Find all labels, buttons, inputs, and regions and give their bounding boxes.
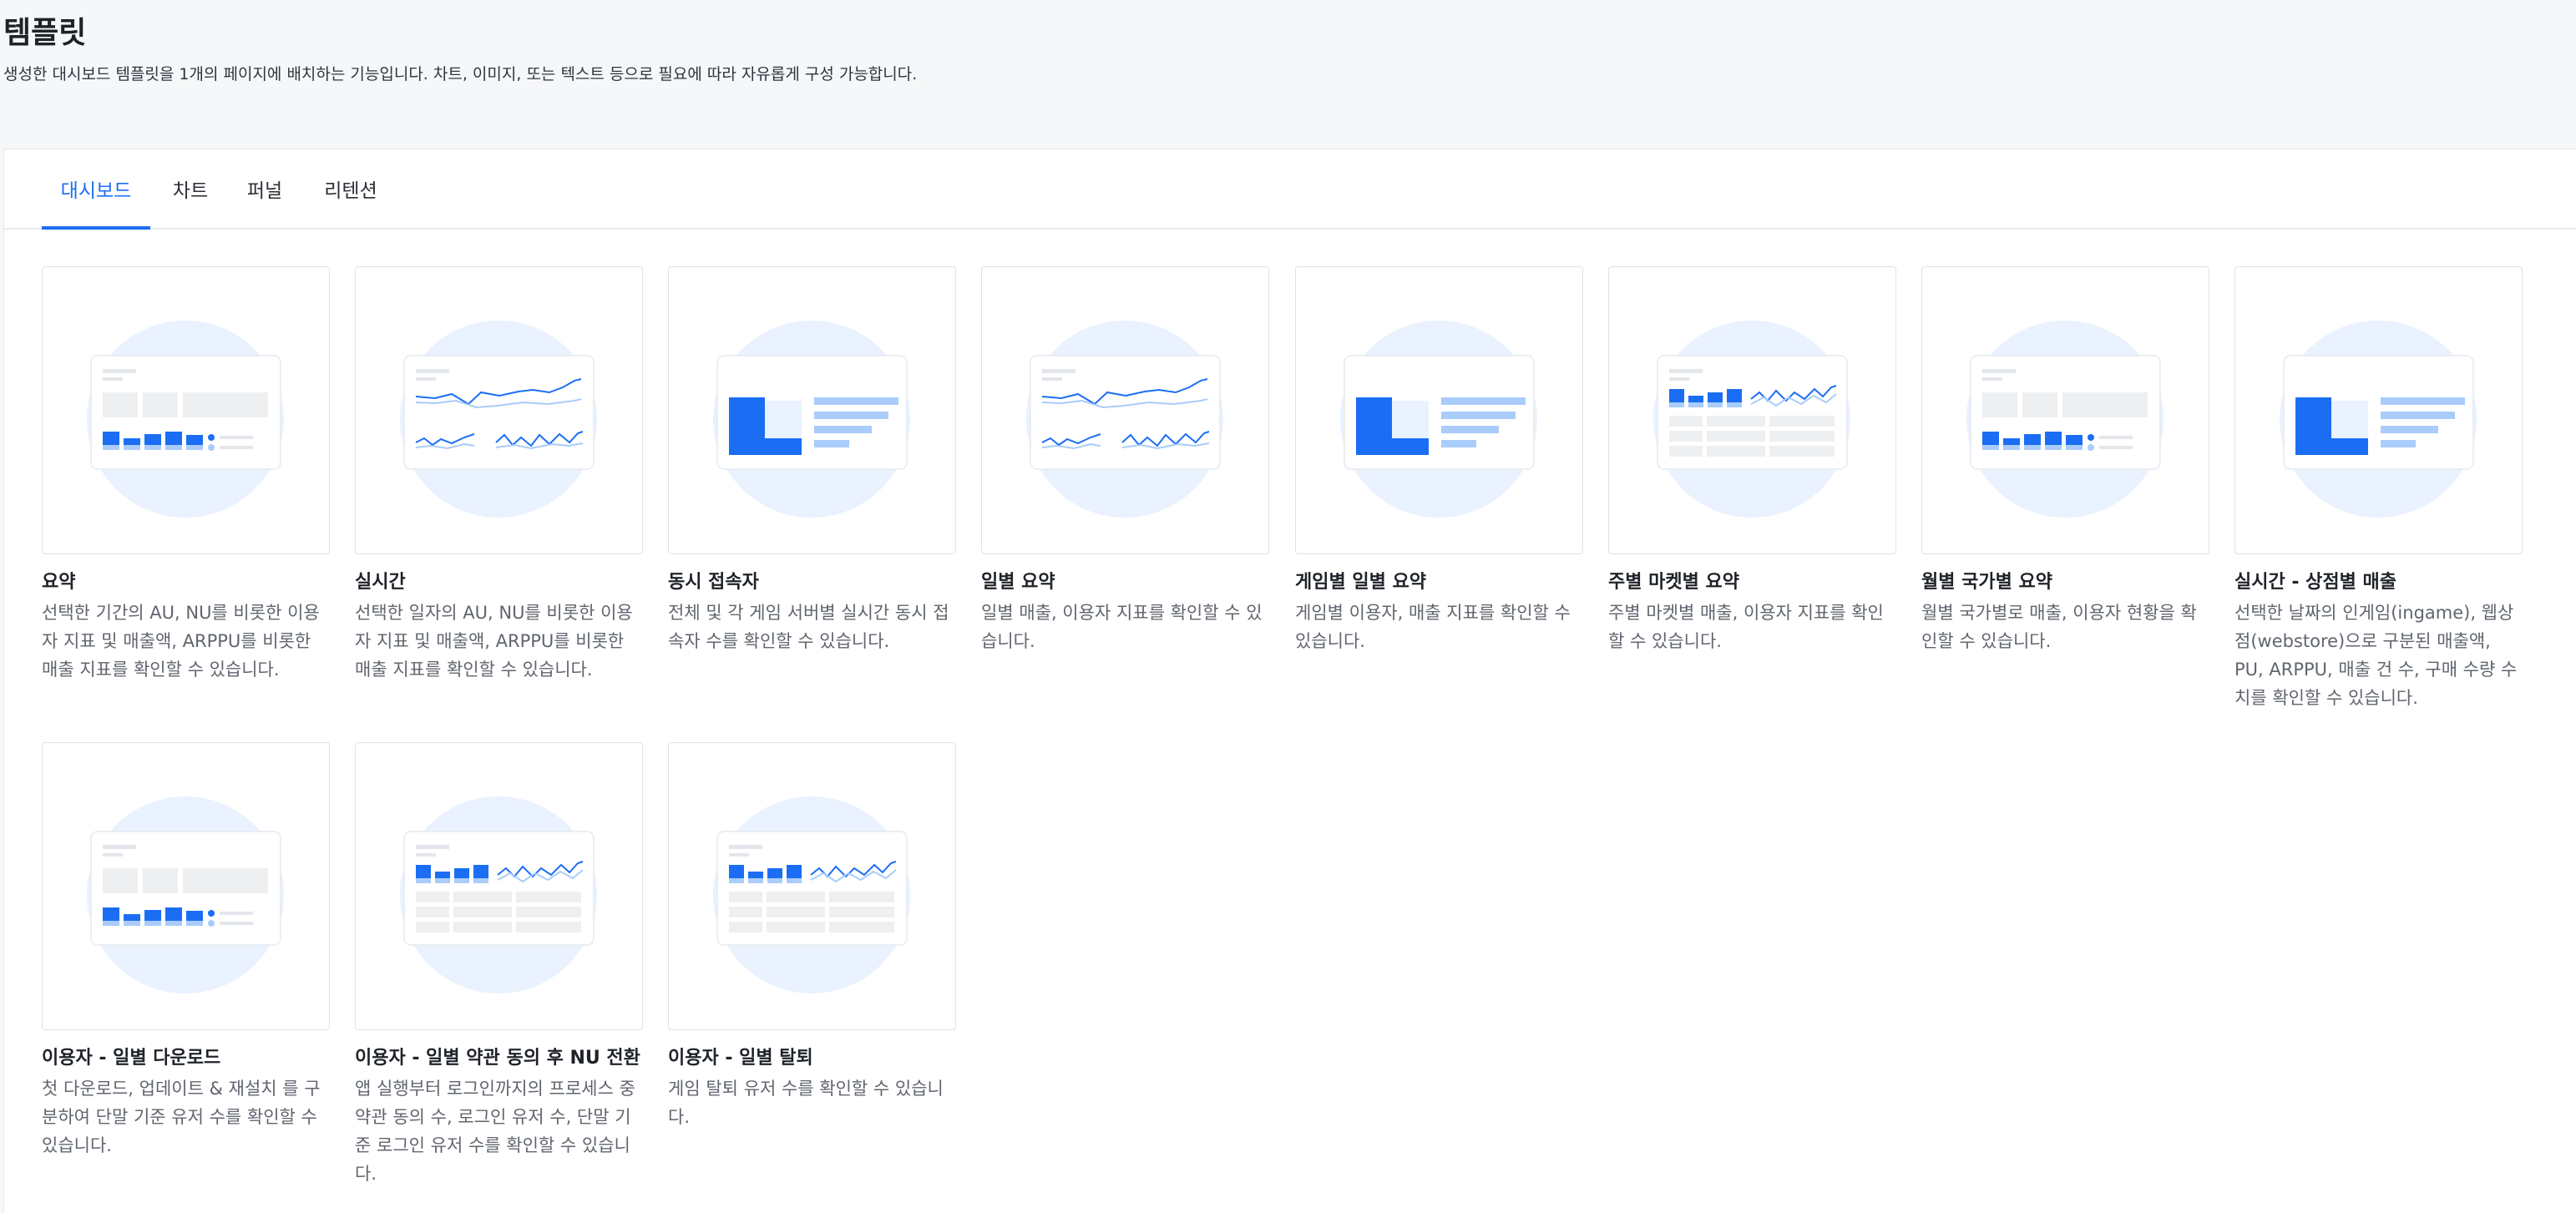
template-card-description: 선택한 일자의 AU, NU를 비롯한 이용자 지표 및 매출액, ARPPU를…: [355, 603, 633, 680]
template-card-description: 첫 다운로드, 업데이트 & 재설치 를 구분하여 단말 기준 유저 수를 확인…: [42, 1079, 321, 1155]
bar-list-preview-icon[interactable]: [668, 266, 956, 554]
bar-list-preview-icon[interactable]: [2234, 266, 2523, 554]
template-card-title[interactable]: 이용자 - 일별 탈퇴: [668, 1043, 813, 1069]
template-card-description: 일별 매출, 이용자 지표를 확인할 수 있습니다.: [981, 603, 1263, 651]
tab-bar: 대시보드 차트 퍼널 리텐션: [4, 149, 2576, 230]
bar-line-table-preview-icon[interactable]: [1608, 266, 1896, 554]
template-card-title[interactable]: 요약: [42, 567, 75, 594]
summary-preview-icon[interactable]: [42, 266, 330, 554]
bar-line-table-preview-icon[interactable]: [355, 742, 643, 1030]
template-card-description: 전체 및 각 게임 서버별 실시간 동시 접속자 수를 확인할 수 있습니다.: [668, 603, 949, 651]
template-card-title[interactable]: 실시간: [355, 567, 406, 594]
tab-funnel[interactable]: 퍼널: [240, 174, 290, 225]
template-card-description: 앱 실행부터 로그인까지의 프로세스 중 약관 동의 수, 로그인 유저 수, …: [355, 1079, 635, 1184]
template-card-description: 게임 탈퇴 유저 수를 확인할 수 있습니다.: [668, 1079, 944, 1127]
template-card-description: 선택한 기간의 AU, NU를 비롯한 이용자 지표 및 매출액, ARPPU를…: [42, 603, 320, 680]
bar-list-preview-icon[interactable]: [1295, 266, 1583, 554]
template-card-title[interactable]: 동시 접속자: [668, 567, 759, 594]
tab-label: 리텐션: [324, 180, 377, 202]
template-card-title[interactable]: 일별 요약: [981, 567, 1055, 594]
tab-label: 차트: [172, 180, 209, 202]
line-chart-preview-icon[interactable]: [355, 266, 643, 554]
page-description: 생성한 대시보드 템플릿을 1개의 페이지에 배치하는 기능입니다. 차트, 이…: [3, 65, 918, 83]
line-chart-preview-icon[interactable]: [981, 266, 1269, 554]
template-card-description: 주별 마켓별 매출, 이용자 지표를 확인할 수 있습니다.: [1608, 603, 1884, 651]
template-card-title[interactable]: 월별 국가별 요약: [1921, 567, 2052, 594]
summary-preview-icon[interactable]: [1921, 266, 2209, 554]
template-card-title[interactable]: 게임별 일별 요약: [1295, 567, 1426, 594]
template-panel: 대시보드 차트 퍼널 리텐션 요약선택한 기간의 AU, NU를 비롯한 이용자…: [3, 149, 2576, 1213]
tab-retention[interactable]: 리텐션: [315, 174, 387, 225]
tab-label: 대시보드: [60, 180, 132, 202]
template-card-description: 월별 국가별로 매출, 이용자 현황을 확인할 수 있습니다.: [1921, 603, 2197, 651]
tab-label: 퍼널: [246, 180, 283, 202]
template-card-title[interactable]: 이용자 - 일별 다운로드: [42, 1043, 220, 1069]
page-title: 템플릿: [3, 16, 87, 50]
template-card-title[interactable]: 주별 마켓별 요약: [1608, 567, 1739, 594]
active-tab-indicator: [42, 226, 150, 230]
template-card-description: 게임별 이용자, 매출 지표를 확인할 수 있습니다.: [1295, 603, 1571, 651]
bar-line-table-preview-icon[interactable]: [668, 742, 956, 1030]
summary-preview-icon[interactable]: [42, 742, 330, 1030]
tab-chart[interactable]: 차트: [165, 174, 215, 225]
template-card-title[interactable]: 이용자 - 일별 약관 동의 후 NU 전환: [355, 1043, 640, 1069]
template-card-title[interactable]: 실시간 - 상점별 매출: [2234, 567, 2396, 594]
tab-dashboard[interactable]: 대시보드: [42, 174, 150, 230]
template-card-description: 선택한 날짜의 인게임(ingame), 웹상점(webstore)으로 구분된…: [2234, 603, 2518, 708]
